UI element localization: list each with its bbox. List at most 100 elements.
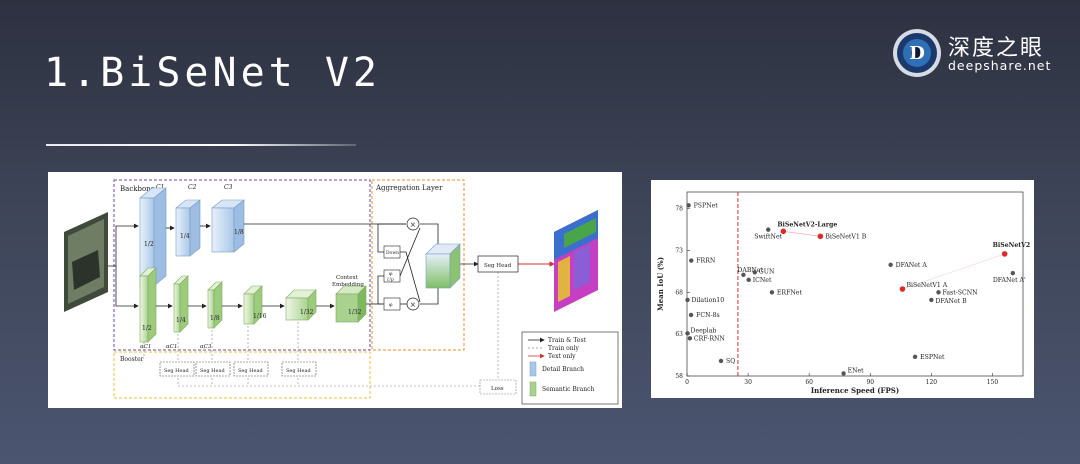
context-embedding-label-1: Context: [336, 275, 359, 281]
plot-frame: [686, 191, 1024, 377]
point-label-0: PSPNet: [694, 202, 719, 209]
semantic-scale-5: 1/32: [300, 309, 314, 316]
semantic-branch: [139, 267, 367, 343]
point-5: [1010, 270, 1016, 276]
architecture-svg: Backbone C1 C2 C3 Aggregation Layer 1/2 …: [64, 179, 619, 405]
point-12: [936, 290, 941, 295]
logo-english-text: deepshare.net: [948, 58, 1052, 73]
point-18: [687, 336, 693, 341]
point-label-15: Dilation10: [692, 297, 725, 304]
psi-label-2: φ: [389, 302, 393, 308]
point-21: [912, 354, 918, 359]
x-tick-label-1: 30: [744, 379, 752, 386]
deepshare-logo-icon: D: [893, 29, 941, 77]
point-label-12: Fast-SCNN: [942, 289, 978, 296]
point-9: [746, 277, 751, 283]
title-underline: [46, 144, 356, 146]
speed-accuracy-chart: Mean IoU (%) Inference Speed (FPS) 0 30 60…: [651, 180, 1034, 398]
semantic-scale-1: 1/2: [142, 325, 152, 332]
point-label-5: DFANet A': [993, 277, 1026, 284]
context-embedding-label-2: Embedding: [332, 282, 364, 288]
point-label-6: FRRN: [696, 258, 716, 265]
point-3: [817, 233, 824, 240]
point-label-16: FCN-8s: [696, 312, 720, 319]
point-label-18: CRF-RNN: [694, 335, 726, 342]
large-model-link: [783, 230, 821, 237]
legend-train-only: Train only: [548, 345, 580, 352]
legend-text-only: Text only: [548, 353, 576, 360]
point-10: [888, 262, 893, 267]
psi-label-1: φ: [389, 271, 393, 277]
point-19: [718, 358, 724, 364]
aggregation-label: Aggregation Layer: [375, 184, 443, 192]
point-label-3: BiSeNetV1 B: [825, 233, 866, 240]
detail-scale-3: 1/8: [234, 229, 244, 236]
logo-badge-letter: D: [909, 43, 925, 64]
point-6: [689, 258, 694, 263]
y-tick-label-4: 78: [675, 206, 683, 213]
semantic-channel-2: αC1: [166, 344, 177, 350]
detail-scale-1: 1/2: [144, 241, 154, 248]
point-label-17: Deeplab: [691, 327, 717, 334]
semantic-scale-6: 1/32: [348, 309, 362, 316]
booster-seg-head-1: Seg Head: [164, 368, 189, 374]
y-tick-label-1: 63: [675, 331, 683, 338]
legend-semantic-branch: Semantic Branch: [542, 386, 594, 393]
y-tick-label-3: 73: [675, 248, 683, 255]
point-label-1: BiSeNetV2-Large: [777, 221, 837, 228]
point-15: [685, 297, 690, 303]
x-tick-label-0: 0: [685, 379, 689, 386]
point-label-11: BiSeNetV1 A: [906, 282, 947, 289]
slide-title: 1.BiSeNet V2: [44, 50, 381, 96]
booster-label: Booster: [120, 356, 144, 363]
x-axis-label: Inference Speed (FPS): [811, 386, 899, 395]
point-label-8: GUN: [759, 268, 775, 275]
point-0: [686, 203, 691, 208]
y-tick-label-0: 58: [675, 373, 683, 380]
point-label-4: BiSeNetV2: [993, 242, 1031, 249]
y-tick-label-2: 68: [675, 289, 683, 296]
point-label-20: ENet: [848, 367, 865, 374]
point-label-21: ESPNet: [920, 354, 945, 361]
y-axis-label: Mean IoU (%): [656, 257, 665, 311]
channel-c3: C3: [224, 184, 233, 191]
booster-seg-head-3: Seg Head: [238, 368, 263, 374]
point-label-13: DFANet B: [935, 298, 967, 305]
booster-seg-head-4: Seg Head: [286, 368, 311, 374]
legend-detail-branch: Detail Branch: [542, 366, 584, 373]
point-label-14: ERFNet: [777, 289, 803, 296]
point-14: [769, 290, 775, 295]
up-label: Up: [387, 277, 394, 283]
x-tick-label-5: 150: [987, 379, 999, 386]
legend-train-test: Train & Test: [548, 337, 587, 344]
semantic-scale-3: 1/8: [210, 315, 220, 322]
point-11: [899, 286, 906, 292]
down-label: Down: [386, 250, 399, 256]
semantic-scale-2: 1/4: [176, 317, 186, 324]
channel-c2: C2: [188, 184, 197, 191]
point-label-2: SwiftNet: [754, 234, 782, 241]
point-13: [929, 297, 934, 303]
logo: D 深度之眼 deepshare.net: [892, 28, 1052, 80]
aggregated-feature-cube: [425, 243, 461, 289]
point-17: [685, 331, 690, 336]
x-tick-label-3: 90: [866, 379, 874, 386]
point-2: [766, 227, 771, 232]
seg-head-label: Seg Head: [484, 263, 512, 269]
point-label-10: DFANet A: [896, 262, 928, 269]
booster-seg-head-2: Seg Head: [200, 368, 225, 374]
x-tick-label-2: 60: [805, 379, 813, 386]
scatter-plot-svg: Mean IoU (%) Inference Speed (FPS) 0 30 60…: [656, 191, 1031, 395]
loss-label: Loss: [491, 386, 504, 392]
point-label-9: ICNet: [753, 277, 772, 284]
semantic-channel-3: αC3: [200, 344, 212, 350]
multiply-symbol-bottom: ×: [410, 301, 416, 309]
x-tick-label-4: 120: [926, 379, 938, 386]
architecture-diagram: Backbone C1 C2 C3 Aggregation Layer 1/2 …: [48, 172, 622, 408]
input-image: [64, 212, 108, 312]
point-4: [1001, 251, 1008, 257]
semantic-channel-1: αC1: [140, 344, 151, 350]
semantic-scale-4: 1/16: [253, 313, 267, 320]
multiply-symbol-top: ×: [410, 221, 416, 229]
point-label-19: SQ: [726, 358, 735, 365]
